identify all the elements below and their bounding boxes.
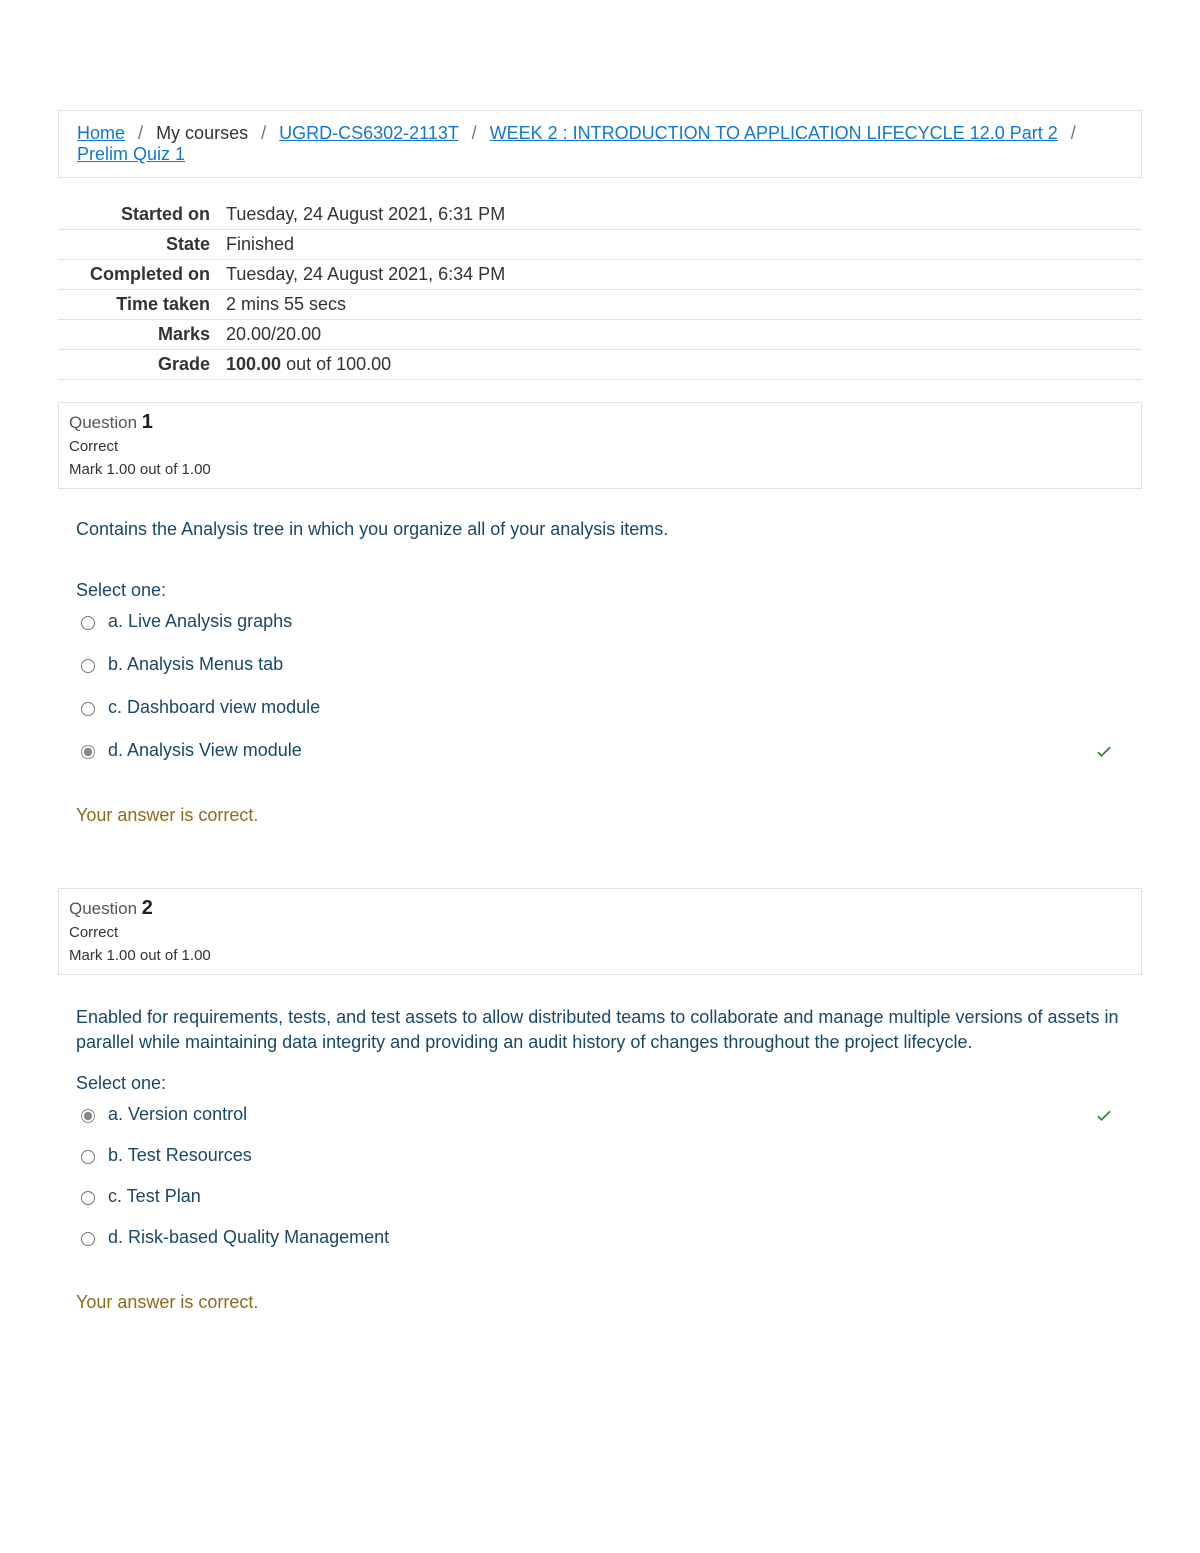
breadcrumb-home[interactable]: Home: [77, 123, 125, 143]
summary-value: 2 mins 55 secs: [218, 290, 1142, 320]
question-1-body: Contains the Analysis tree in which you …: [58, 489, 1142, 866]
option-label: a. Version control: [108, 1104, 1084, 1125]
question-number: 2: [142, 897, 153, 919]
question-1-header-box: Question 1 Correct Mark 1.00 out of 1.00: [58, 402, 1142, 489]
summary-label: Marks: [58, 320, 218, 350]
option-b[interactable]: b. Analysis Menus tab: [76, 650, 1124, 679]
option-label: d. Analysis View module: [108, 740, 1084, 761]
breadcrumb-sep: /: [138, 123, 143, 143]
radio-input[interactable]: [81, 702, 95, 716]
option-d[interactable]: d. Analysis View module: [76, 736, 1124, 765]
select-one-label: Select one:: [76, 1073, 1124, 1094]
summary-row-grade: Grade 100.00 out of 100.00: [58, 350, 1142, 380]
question-text: Contains the Analysis tree in which you …: [76, 519, 1124, 540]
option-c[interactable]: c. Dashboard view module: [76, 693, 1124, 722]
option-label: b. Analysis Menus tab: [108, 654, 1124, 675]
breadcrumb-sep: /: [472, 123, 477, 143]
breadcrumb-week[interactable]: WEEK 2 : INTRODUCTION TO APPLICATION LIF…: [490, 123, 1058, 143]
question-text: Enabled for requirements, tests, and tes…: [76, 1005, 1124, 1055]
question-word: Question: [69, 413, 137, 432]
summary-row-started: Started on Tuesday, 24 August 2021, 6:31…: [58, 200, 1142, 230]
grade-value: 100.00: [226, 354, 281, 374]
summary-label: Completed on: [58, 260, 218, 290]
feedback-text: Your answer is correct.: [76, 805, 1124, 826]
question-2-body: Enabled for requirements, tests, and tes…: [58, 975, 1142, 1353]
radio-input[interactable]: [81, 1109, 95, 1123]
breadcrumb-my-courses: My courses: [156, 123, 248, 143]
summary-label: State: [58, 230, 218, 260]
summary-value: 100.00 out of 100.00: [218, 350, 1142, 380]
summary-value: Tuesday, 24 August 2021, 6:34 PM: [218, 260, 1142, 290]
radio-input[interactable]: [81, 1232, 95, 1246]
summary-label: Time taken: [58, 290, 218, 320]
summary-label: Grade: [58, 350, 218, 380]
question-number: 1: [142, 411, 153, 433]
question-status: Correct: [69, 924, 1131, 941]
option-label: c. Dashboard view module: [108, 697, 1124, 718]
summary-label: Started on: [58, 200, 218, 230]
question-title: Question 2: [69, 897, 1131, 920]
feedback-text: Your answer is correct.: [76, 1292, 1124, 1313]
question-2-header-box: Question 2 Correct Mark 1.00 out of 1.00: [58, 888, 1142, 975]
breadcrumb: Home / My courses / UGRD-CS6302-2113T / …: [58, 110, 1142, 178]
summary-row-marks: Marks 20.00/20.00: [58, 320, 1142, 350]
summary-value: Tuesday, 24 August 2021, 6:31 PM: [218, 200, 1142, 230]
summary-row-completed: Completed on Tuesday, 24 August 2021, 6:…: [58, 260, 1142, 290]
option-c[interactable]: c. Test Plan: [76, 1182, 1124, 1211]
question-mark: Mark 1.00 out of 1.00: [69, 947, 1131, 964]
option-label: d. Risk-based Quality Management: [108, 1227, 1124, 1248]
option-label: c. Test Plan: [108, 1186, 1124, 1207]
breadcrumb-course[interactable]: UGRD-CS6302-2113T: [279, 123, 458, 143]
option-label: a. Live Analysis graphs: [108, 611, 1124, 632]
option-a[interactable]: a. Live Analysis graphs: [76, 607, 1124, 636]
summary-value: Finished: [218, 230, 1142, 260]
summary-row-state: State Finished: [58, 230, 1142, 260]
radio-input[interactable]: [81, 1191, 95, 1205]
question-word: Question: [69, 899, 137, 918]
radio-input[interactable]: [81, 616, 95, 630]
radio-input[interactable]: [81, 659, 95, 673]
breadcrumb-sep: /: [261, 123, 266, 143]
radio-input[interactable]: [81, 1150, 95, 1164]
option-d[interactable]: d. Risk-based Quality Management: [76, 1223, 1124, 1252]
check-icon: [1094, 741, 1114, 761]
question-mark: Mark 1.00 out of 1.00: [69, 461, 1131, 478]
breadcrumb-sep: /: [1071, 123, 1076, 143]
radio-input[interactable]: [81, 745, 95, 759]
check-icon: [1094, 1105, 1114, 1125]
grade-out-of: out of 100.00: [281, 354, 391, 374]
summary-row-time-taken: Time taken 2 mins 55 secs: [58, 290, 1142, 320]
select-one-label: Select one:: [76, 580, 1124, 601]
quiz-summary-table: Started on Tuesday, 24 August 2021, 6:31…: [58, 200, 1142, 380]
option-label: b. Test Resources: [108, 1145, 1124, 1166]
option-b[interactable]: b. Test Resources: [76, 1141, 1124, 1170]
summary-value: 20.00/20.00: [218, 320, 1142, 350]
breadcrumb-quiz[interactable]: Prelim Quiz 1: [77, 144, 185, 164]
question-status: Correct: [69, 438, 1131, 455]
option-a[interactable]: a. Version control: [76, 1100, 1124, 1129]
question-title: Question 1: [69, 411, 1131, 434]
